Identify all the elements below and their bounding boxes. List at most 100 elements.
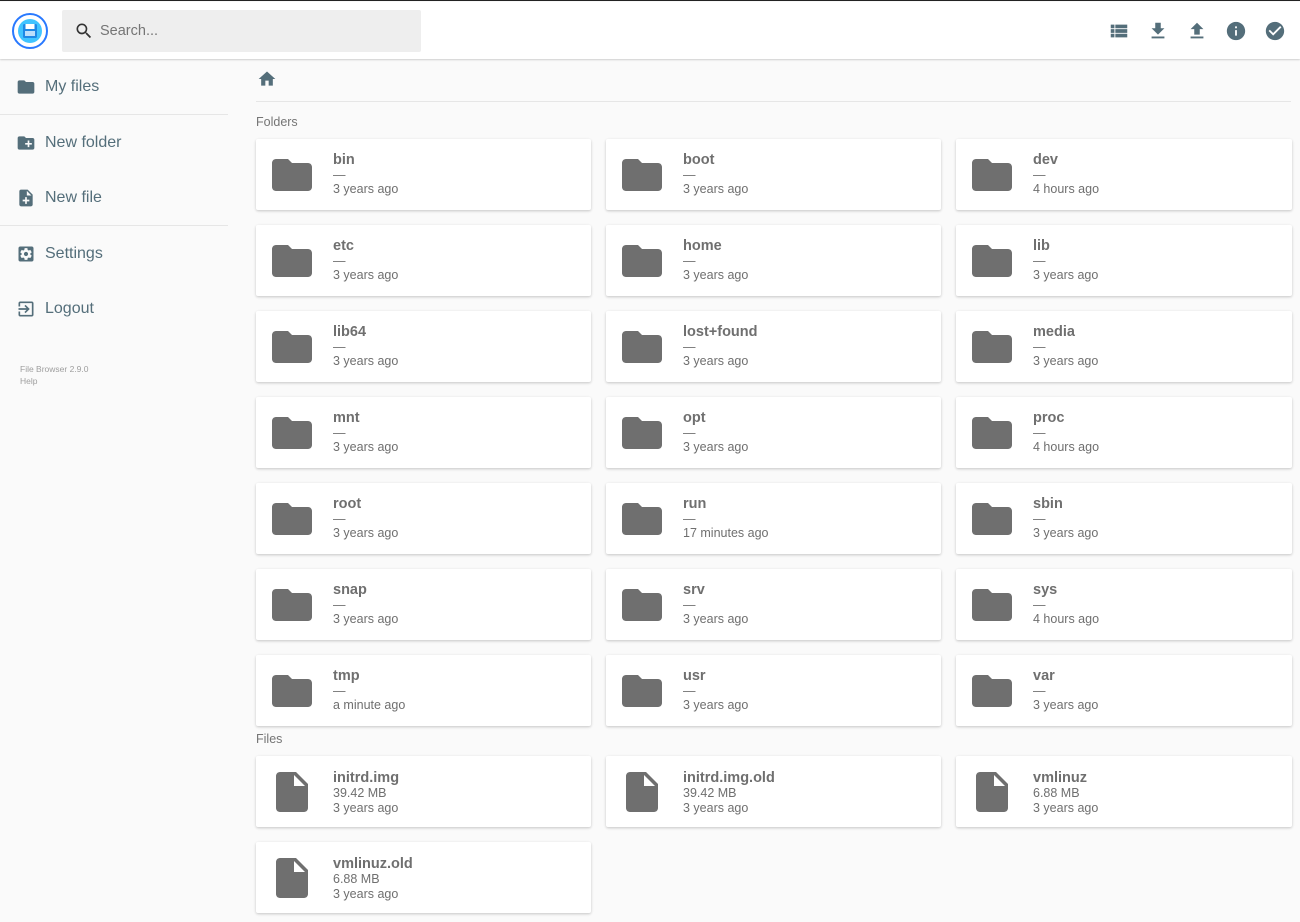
- upload-button[interactable]: [1178, 11, 1217, 51]
- breadcrumb-home[interactable]: [257, 69, 277, 89]
- sidebar-item-new-file[interactable]: New file: [0, 170, 228, 225]
- item-modified: 3 years ago: [333, 887, 399, 901]
- sidebar-item-my-files[interactable]: My files: [0, 59, 228, 114]
- item-name: initrd.img: [333, 770, 400, 786]
- folder-icon: [618, 237, 666, 285]
- folder-item[interactable]: sys —4 hours ago: [956, 569, 1292, 640]
- info-button[interactable]: [1216, 11, 1255, 51]
- select-button[interactable]: [1255, 11, 1294, 51]
- file-item[interactable]: vmlinuz 6.88 MB 3 years ago: [956, 756, 1292, 827]
- folder-icon: [968, 237, 1016, 285]
- item-name: vmlinuz.old: [333, 856, 413, 872]
- item-name: snap: [333, 582, 367, 598]
- item-modified: 3 years ago: [333, 612, 399, 626]
- folder-item[interactable]: var —3 years ago: [956, 655, 1292, 726]
- folder-icon: [268, 667, 316, 715]
- item-size: —: [683, 512, 696, 526]
- folder-icon: [268, 237, 316, 285]
- file-icon: [268, 768, 316, 816]
- folder-item[interactable]: run —17 minutes ago: [606, 483, 941, 554]
- file-item[interactable]: initrd.img.old 39.42 MB 3 years ago: [606, 756, 941, 827]
- item-name: srv: [683, 582, 705, 598]
- item-name: lib64: [333, 324, 367, 340]
- item-name: bin: [333, 152, 355, 168]
- header-actions: [1100, 11, 1294, 51]
- item-modified: 3 years ago: [683, 268, 749, 282]
- folder-item[interactable]: boot —3 years ago: [606, 139, 941, 210]
- folder-item[interactable]: etc —3 years ago: [256, 225, 591, 296]
- folder-item[interactable]: root —3 years ago: [256, 483, 591, 554]
- folder-item[interactable]: tmp — a minute ago: [256, 655, 591, 726]
- item-size: —: [1033, 512, 1046, 526]
- item-name: boot: [683, 152, 715, 168]
- search-box[interactable]: [62, 10, 421, 52]
- file-item[interactable]: initrd.img 39.42 MB 3 years ago: [256, 756, 591, 827]
- sidebar: My files New folder New file Settings Lo…: [0, 59, 228, 387]
- item-size: —: [333, 340, 346, 354]
- folder-item[interactable]: usr —3 years ago: [606, 655, 941, 726]
- version-link[interactable]: File Browser 2.9.0: [20, 363, 228, 375]
- list-view-icon: [1111, 24, 1128, 38]
- item-size: —: [333, 254, 346, 268]
- settings-icon: [18, 246, 34, 261]
- item-modified: 3 years ago: [683, 354, 749, 368]
- sidebar-item-logout[interactable]: Logout: [0, 281, 228, 336]
- item-name: media: [1033, 324, 1075, 340]
- item-modified: 17 minutes ago: [683, 526, 769, 540]
- folder-icon: [268, 151, 316, 199]
- list-view-button[interactable]: [1100, 11, 1139, 51]
- file-icon: [968, 768, 1016, 816]
- item-size: —: [333, 426, 346, 440]
- sidebar-item-label: My files: [45, 77, 100, 95]
- item-size: —: [1033, 598, 1046, 612]
- folder-item[interactable]: media —3 years ago: [956, 311, 1292, 382]
- folder-icon: [17, 79, 35, 94]
- download-button[interactable]: [1139, 11, 1178, 51]
- folder-item[interactable]: proc —4 hours ago: [956, 397, 1292, 468]
- sidebar-item-new-folder[interactable]: New folder: [0, 115, 228, 170]
- item-modified: 3 years ago: [333, 354, 399, 368]
- file-item[interactable]: vmlinuz.old 6.88 MB 3 years ago: [256, 842, 591, 913]
- folder-item[interactable]: bin —3 years ago: [256, 139, 591, 210]
- files-heading: Files: [256, 732, 283, 746]
- folder-item[interactable]: dev —4 hours ago: [956, 139, 1292, 210]
- folder-item[interactable]: sbin —3 years ago: [956, 483, 1292, 554]
- help-link[interactable]: Help: [20, 375, 228, 387]
- item-size: 39.42 MB: [683, 786, 737, 800]
- file-icon: [618, 768, 666, 816]
- item-modified: 3 years ago: [333, 268, 399, 282]
- item-modified: 3 years ago: [333, 440, 399, 454]
- files-grid: initrd.img 39.42 MB 3 years ago initrd.img.…: [256, 756, 1292, 913]
- search-input[interactable]: [100, 10, 410, 52]
- folder-item[interactable]: opt —3 years ago: [606, 397, 941, 468]
- top-bar: [0, 2, 1300, 59]
- item-modified: a minute ago: [333, 698, 406, 712]
- item-size: —: [683, 598, 696, 612]
- item-name: tmp: [333, 668, 360, 684]
- folder-item[interactable]: lib64—3 years ago: [256, 311, 591, 382]
- item-name: lost+found: [683, 324, 758, 340]
- sidebar-item-label: New file: [45, 188, 102, 206]
- item-modified: 3 years ago: [333, 801, 399, 815]
- item-name: usr: [683, 668, 706, 684]
- folder-item[interactable]: mnt —3 years ago: [256, 397, 591, 468]
- folder-item[interactable]: home —3 years ago: [606, 225, 941, 296]
- folder-item[interactable]: snap —3 years ago: [256, 569, 591, 640]
- item-name: run: [683, 496, 707, 512]
- home-icon: [258, 71, 276, 86]
- item-modified: 3 years ago: [683, 182, 749, 196]
- folder-icon: [968, 323, 1016, 371]
- file-browser-logo[interactable]: [12, 13, 48, 49]
- item-modified: 3 years ago: [1033, 268, 1099, 282]
- breadcrumb: [256, 67, 1291, 102]
- folder-item[interactable]: lib —3 years ago: [956, 225, 1292, 296]
- sidebar-item-label: New folder: [45, 133, 122, 151]
- folder-item[interactable]: lost+found —3 years ago: [606, 311, 941, 382]
- exit-icon: [18, 301, 34, 316]
- item-size: —: [333, 598, 346, 612]
- sidebar-item-settings[interactable]: Settings: [0, 226, 228, 281]
- item-name: root: [333, 496, 362, 512]
- folder-item[interactable]: srv —3 years ago: [606, 569, 941, 640]
- item-modified: 3 years ago: [683, 440, 749, 454]
- folder-icon: [268, 409, 316, 457]
